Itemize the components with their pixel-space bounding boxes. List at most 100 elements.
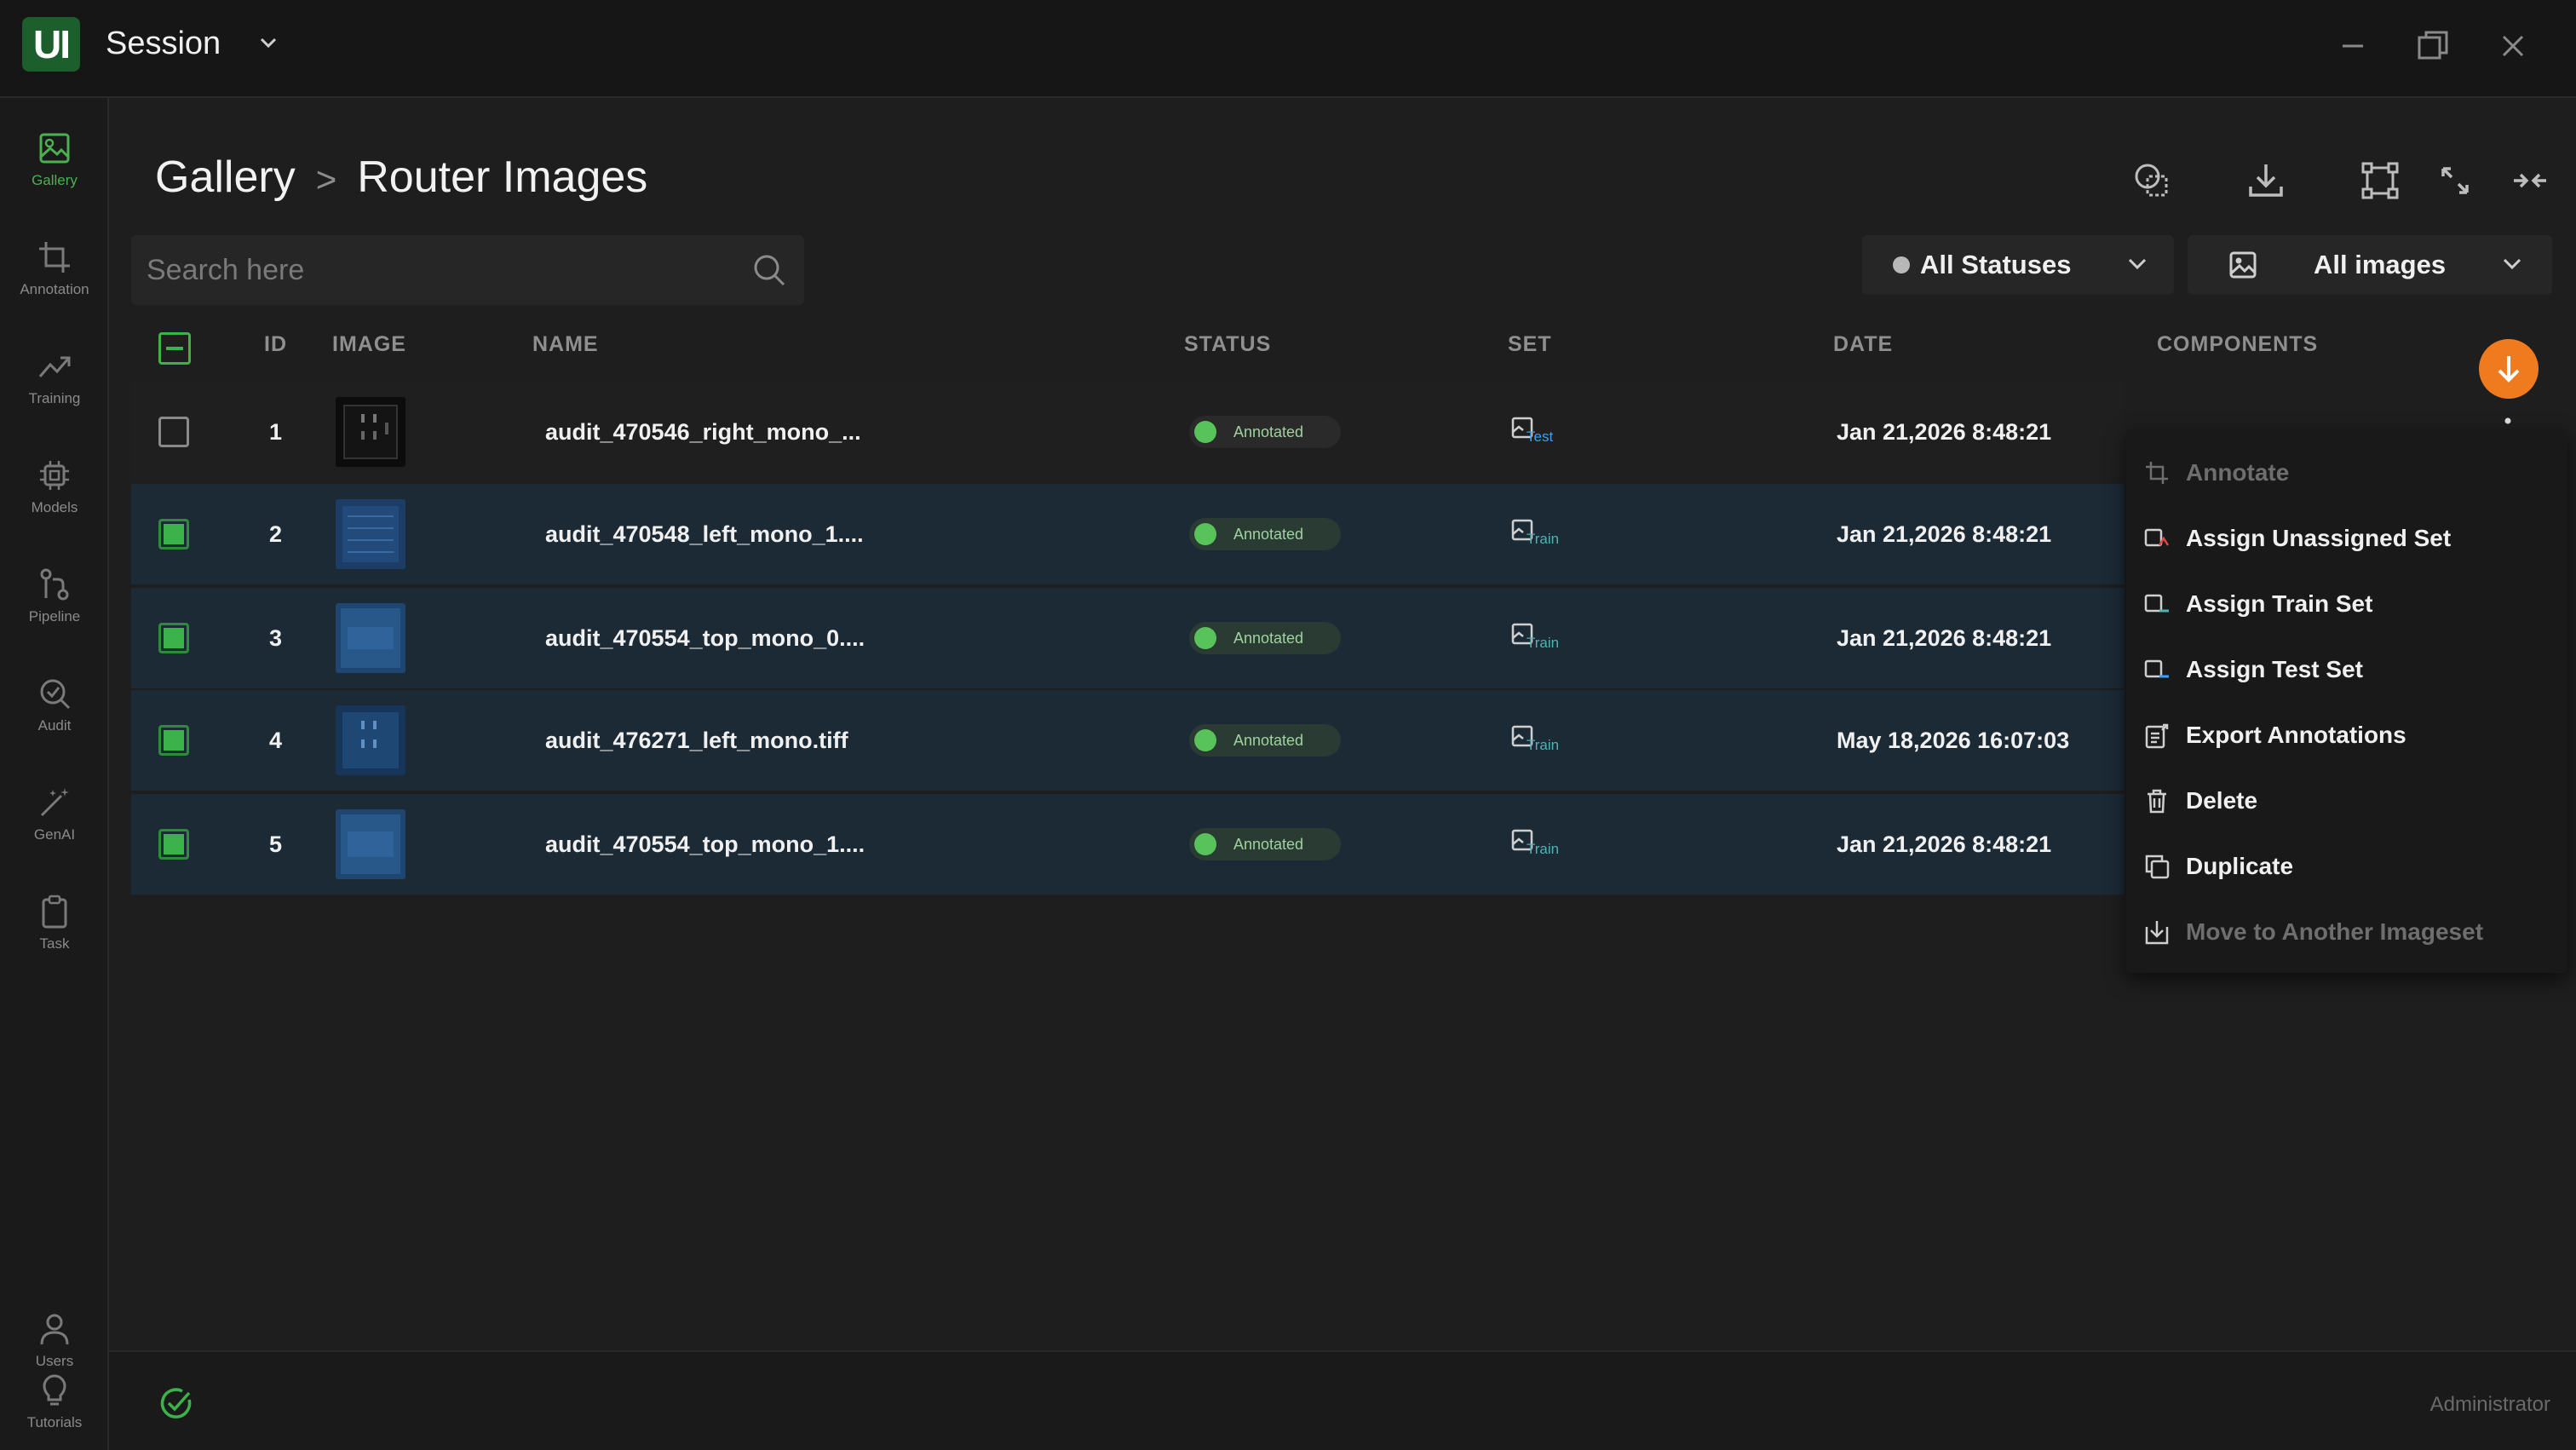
collapse-button[interactable] [2504, 155, 2556, 206]
row-date: Jan 21,2026 8:48:21 [1837, 624, 2052, 651]
collapse-icon [2514, 173, 2546, 188]
table-row[interactable]: 2 audit_470548_left_mono_1.... Annotated… [131, 484, 2125, 584]
nav-item-genai[interactable]: GenAI [0, 768, 109, 861]
set-badge: Test [1511, 417, 1562, 447]
pipeline-icon [40, 568, 69, 601]
table-row[interactable]: 1 audit_470546_right_mono_... Annotated … [131, 382, 2125, 482]
fit-frame-button[interactable] [2355, 155, 2406, 206]
nav-label: GenAI [33, 826, 76, 843]
side-navigation: Gallery Annotation Training Models Pipel… [0, 98, 109, 1450]
row-id: 1 [269, 418, 283, 445]
more-options-icon[interactable] [2503, 416, 2513, 428]
set-label: Train [1527, 531, 1560, 547]
wand-icon [40, 788, 69, 817]
minimize-button[interactable] [2331, 24, 2375, 68]
row-date: Jan 21,2026 8:48:21 [1837, 418, 2052, 445]
close-button[interactable] [2491, 24, 2535, 68]
menu-item-annotate[interactable]: Annotate [2126, 440, 2567, 505]
row-checkbox[interactable] [158, 829, 189, 860]
menu-item-move-to-another-imageset[interactable]: Move to Another Imageset [2126, 899, 2567, 964]
maximize-button[interactable] [2411, 24, 2455, 68]
test-set-icon [2144, 659, 2169, 678]
search-bar [131, 235, 804, 305]
menu-item-assign-train-set[interactable]: Assign Train Set [2126, 571, 2567, 636]
image-thumbnail[interactable] [336, 603, 405, 673]
chevron-down-icon[interactable] [257, 34, 279, 51]
nav-item-annotation[interactable]: Annotation [0, 222, 109, 316]
menu-item-delete[interactable]: Delete [2126, 768, 2567, 833]
column-header-date[interactable]: DATE [1833, 332, 1893, 357]
bulb-icon [43, 1374, 66, 1406]
row-checkbox[interactable] [158, 725, 189, 756]
table-row[interactable]: 5 audit_470554_top_mono_1.... Annotated … [131, 794, 2125, 895]
menu-item-export-annotations[interactable]: Export Annotations [2126, 702, 2567, 768]
nav-item-audit[interactable]: Audit [0, 659, 109, 752]
nav-item-gallery[interactable]: Gallery [0, 113, 109, 207]
menu-item-assign-test-set[interactable]: Assign Test Set [2126, 636, 2567, 702]
scroll-down-button[interactable] [2479, 339, 2539, 399]
clipboard-icon [42, 895, 67, 929]
menu-item-label: Duplicate [2186, 852, 2294, 879]
row-checkbox[interactable] [158, 417, 189, 447]
move-icon [2145, 921, 2169, 945]
breadcrumb: Gallery > Router Images [155, 152, 647, 203]
menu-item-label: Assign Test Set [2186, 655, 2363, 682]
app-logo: UI [22, 17, 80, 72]
status-text: Annotated [1233, 525, 1304, 543]
set-badge: Train [1511, 623, 1562, 653]
shapes-button[interactable] [2126, 155, 2177, 206]
set-label: Train [1527, 635, 1560, 651]
nav-item-training[interactable]: Training [0, 331, 109, 425]
session-title[interactable]: Session [106, 26, 221, 62]
status-dot [1893, 256, 1910, 273]
column-header-set[interactable]: SET [1508, 332, 1552, 357]
image-thumbnail[interactable] [336, 809, 405, 879]
row-checkbox[interactable] [158, 519, 189, 550]
nav-label: Task [39, 935, 70, 952]
nav-item-pipeline[interactable]: Pipeline [0, 550, 109, 643]
image-thumbnail[interactable] [336, 499, 405, 569]
select-all-checkbox[interactable] [158, 332, 191, 365]
column-header-status[interactable]: STATUS [1184, 332, 1271, 357]
nav-item-task[interactable]: Task [0, 877, 109, 970]
expand-button[interactable] [2429, 155, 2481, 206]
crop-icon [39, 242, 70, 273]
nav-item-models[interactable]: Models [0, 440, 109, 534]
column-header-components[interactable]: COMPONENTS [2157, 332, 2318, 357]
expand-icon [2441, 167, 2469, 194]
column-header-name[interactable]: NAME [532, 332, 599, 357]
breadcrumb-root[interactable]: Gallery [155, 152, 296, 203]
table-row[interactable]: 4 audit_476271_left_mono.tiff Annotated … [131, 690, 2125, 791]
nav-label: Tutorials [26, 1414, 83, 1430]
menu-item-assign-unassigned-set[interactable]: Assign Unassigned Set [2126, 505, 2567, 571]
train-set-icon [2144, 594, 2169, 613]
search-icon[interactable] [751, 252, 787, 288]
arrow-down-icon [2498, 356, 2520, 383]
image-filter-label: All images [2314, 250, 2447, 279]
nav-label: Gallery [32, 172, 78, 188]
nav-item-tutorials[interactable]: Tutorials [0, 1355, 109, 1449]
download-button[interactable] [2240, 155, 2291, 206]
row-name: audit_470546_right_mono_... [545, 418, 861, 445]
nav-label: Annotation [20, 281, 89, 297]
status-text: Annotated [1233, 629, 1304, 647]
search-input[interactable] [147, 235, 726, 305]
row-id: 3 [269, 624, 283, 651]
table-row[interactable]: 3 audit_470554_top_mono_0.... Annotated … [131, 588, 2125, 688]
row-date: Jan 21,2026 8:48:21 [1837, 521, 2052, 547]
menu-item-duplicate[interactable]: Duplicate [2126, 833, 2567, 899]
crop-icon [2146, 462, 2168, 484]
image-thumbnail[interactable] [336, 397, 405, 467]
shapes-icon [2135, 164, 2168, 197]
page-title: Router Images [357, 152, 648, 202]
trash-icon [2148, 789, 2166, 814]
row-checkbox[interactable] [158, 623, 189, 653]
status-filter-dropdown[interactable]: All Statuses [1862, 235, 2174, 295]
chip-icon [40, 461, 69, 490]
menu-item-label: Move to Another Imageset [2186, 918, 2484, 945]
menu-item-label: Assign Train Set [2186, 590, 2373, 617]
column-header-image[interactable]: IMAGE [332, 332, 406, 357]
image-filter-dropdown[interactable]: All images [2188, 235, 2552, 295]
image-thumbnail[interactable] [336, 705, 405, 775]
column-header-id[interactable]: ID [264, 332, 287, 357]
